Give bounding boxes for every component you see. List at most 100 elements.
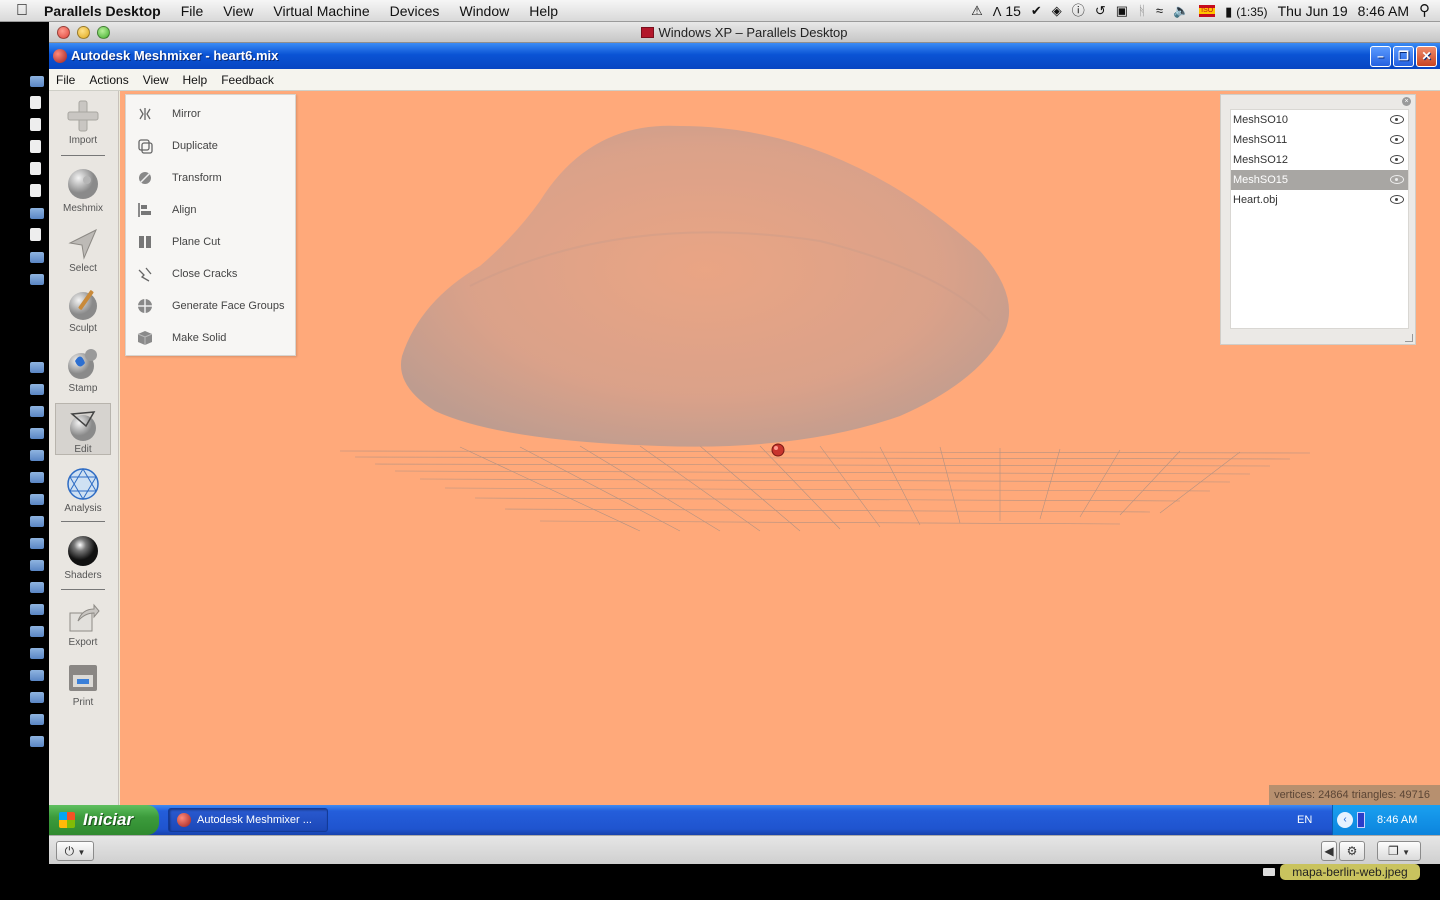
vm-settings-button[interactable]: ⚙: [1339, 841, 1365, 861]
menubar-date[interactable]: Thu Jun 19: [1278, 3, 1348, 19]
scroll-left-button[interactable]: ◀: [1321, 841, 1337, 861]
display-icon[interactable]: ▣: [1116, 3, 1128, 19]
desktop-document-icon[interactable]: [30, 228, 41, 241]
mac-menu-virtual-machine[interactable]: Virtual Machine: [273, 3, 369, 19]
edit-mirror-button[interactable]: Mirror: [126, 102, 297, 126]
visibility-eye-icon[interactable]: [1390, 195, 1404, 204]
battery-status[interactable]: ▮ (1:35): [1225, 3, 1267, 20]
desktop-folder-icon[interactable]: [30, 604, 44, 615]
edit-close-cracks-button[interactable]: Close Cracks: [126, 262, 297, 286]
object-row-meshso12[interactable]: MeshSO12: [1231, 150, 1408, 170]
desktop-folder-icon[interactable]: [30, 208, 44, 219]
tool-edit[interactable]: Edit: [55, 403, 111, 455]
desktop-folder-icon[interactable]: [30, 252, 44, 263]
desktop-folder-icon[interactable]: [30, 692, 44, 703]
parallels-titlebar[interactable]: Windows XP – Parallels Desktop: [49, 22, 1440, 43]
object-row-meshso10[interactable]: MeshSO10: [1231, 110, 1408, 130]
object-row-meshso15[interactable]: MeshSO15: [1231, 170, 1408, 190]
tool-sculpt[interactable]: Sculpt: [55, 287, 111, 334]
tool-print[interactable]: Print: [55, 661, 111, 708]
time-machine-icon[interactable]: ↺: [1095, 3, 1106, 19]
menu-view[interactable]: View: [143, 73, 169, 87]
edit-duplicate-button[interactable]: Duplicate: [126, 134, 297, 158]
desktop-document-icon[interactable]: [30, 118, 41, 131]
desktop-folder-icon[interactable]: [30, 714, 44, 725]
desktop-folder-icon[interactable]: [30, 450, 44, 461]
tray-parallels-tools-icon[interactable]: [1357, 812, 1365, 828]
meshmixer-app-icon[interactable]: [53, 49, 67, 63]
edit-align-button[interactable]: Align: [126, 198, 297, 222]
desktop-folder-icon[interactable]: [30, 516, 44, 527]
xp-restore-button[interactable]: ❐: [1393, 46, 1414, 67]
desktop-file-icon[interactable]: [1263, 868, 1275, 876]
desktop-folder-icon[interactable]: [30, 670, 44, 681]
meshmixer-titlebar[interactable]: Autodesk Meshmixer - heart6.mix – ❐ ✕: [49, 43, 1440, 69]
visibility-eye-icon[interactable]: [1390, 155, 1404, 164]
desktop-folder-icon[interactable]: [30, 428, 44, 439]
close-panel-icon[interactable]: ×: [1402, 97, 1411, 106]
tool-analysis[interactable]: Analysis: [55, 467, 111, 514]
spotlight-search-icon[interactable]: ⚲: [1419, 3, 1430, 19]
close-window-button[interactable]: [57, 26, 70, 39]
desktop-folder-icon[interactable]: [30, 626, 44, 637]
tool-export[interactable]: Export: [55, 601, 111, 648]
taskbar-item-meshmixer[interactable]: Autodesk Meshmixer ...: [168, 808, 328, 832]
mac-menu-window[interactable]: Window: [459, 3, 509, 19]
desktop-folder-icon[interactable]: [30, 384, 44, 395]
desktop-folder-icon[interactable]: [30, 538, 44, 549]
desktop-folder-icon[interactable]: [30, 472, 44, 483]
xp-minimize-button[interactable]: –: [1370, 46, 1391, 67]
desktop-folder-icon[interactable]: [30, 362, 44, 373]
visibility-eye-icon[interactable]: [1390, 175, 1404, 184]
zoom-window-button[interactable]: [97, 26, 110, 39]
menubar-time[interactable]: 8:46 AM: [1358, 3, 1409, 19]
tool-shaders[interactable]: Shaders: [55, 534, 111, 581]
desktop-folder-icon[interactable]: [30, 648, 44, 659]
menu-feedback[interactable]: Feedback: [221, 73, 274, 87]
check-badge-icon[interactable]: ✔: [1031, 3, 1042, 19]
tool-select[interactable]: Select: [55, 227, 111, 274]
edit-transform-button[interactable]: Transform: [126, 166, 297, 190]
tool-meshmix[interactable]: Meshmix: [55, 167, 111, 214]
xp-close-button[interactable]: ✕: [1416, 46, 1437, 67]
desktop-document-icon[interactable]: [30, 162, 41, 175]
desktop-folder-icon[interactable]: [30, 406, 44, 417]
object-row-heart-obj[interactable]: Heart.obj: [1231, 190, 1408, 210]
desktop-folder-icon[interactable]: [30, 582, 44, 593]
edit-make-solid-button[interactable]: Make Solid: [126, 326, 297, 350]
menu-file[interactable]: File: [56, 73, 75, 87]
mac-app-name-menu[interactable]: Parallels Desktop: [44, 3, 161, 19]
menu-actions[interactable]: Actions: [89, 73, 128, 87]
desktop-folder-icon[interactable]: [30, 76, 44, 87]
wifi-icon[interactable]: ≈: [1156, 3, 1163, 19]
tool-import[interactable]: Import: [55, 99, 111, 146]
edit-plane-cut-button[interactable]: Plane Cut: [126, 230, 297, 254]
desktop-document-icon[interactable]: [30, 96, 41, 109]
tray-clock[interactable]: 8:46 AM: [1377, 805, 1417, 835]
input-source-flag-icon[interactable]: ISO: [1199, 5, 1216, 17]
3d-viewport[interactable]: Mirror Duplicate Transform Align Plane C…: [120, 91, 1440, 805]
minimize-window-button[interactable]: [77, 26, 90, 39]
start-button[interactable]: Iniciar: [49, 805, 159, 835]
volume-icon[interactable]: 🔈: [1173, 3, 1189, 19]
visibility-eye-icon[interactable]: [1390, 135, 1404, 144]
desktop-file-label[interactable]: mapa-berlin-web.jpeg: [1280, 864, 1420, 880]
mac-menu-help[interactable]: Help: [529, 3, 558, 19]
adobe-status[interactable]: Λ 15: [993, 3, 1021, 20]
mac-menu-file[interactable]: File: [181, 3, 204, 19]
apple-menu-icon[interactable]: : [0, 2, 44, 20]
object-row-meshso11[interactable]: MeshSO11: [1231, 130, 1408, 150]
desktop-folder-icon[interactable]: [30, 560, 44, 571]
alert-shield-icon[interactable]: ⓘ: [1072, 3, 1085, 19]
tool-stamp[interactable]: Stamp: [55, 347, 111, 394]
view-mode-button[interactable]: ❐ ▼: [1377, 841, 1421, 861]
desktop-folder-icon[interactable]: [30, 494, 44, 505]
menu-help[interactable]: Help: [183, 73, 208, 87]
warning-icon[interactable]: ⚠: [971, 3, 983, 19]
panel-resize-grip[interactable]: [1405, 334, 1413, 342]
desktop-document-icon[interactable]: [30, 184, 41, 197]
tray-chevron-icon[interactable]: ‹: [1337, 812, 1353, 828]
desktop-document-icon[interactable]: [30, 140, 41, 153]
desktop-folder-icon[interactable]: [30, 274, 44, 285]
power-menu-button[interactable]: ⏻ ▼: [56, 841, 94, 861]
